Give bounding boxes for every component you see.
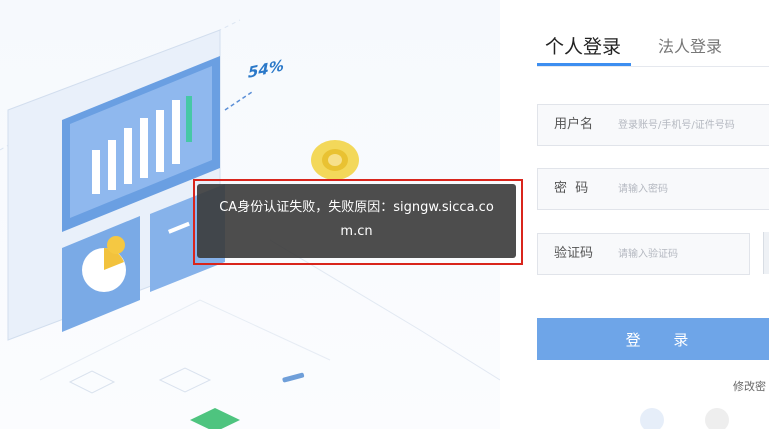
captcha-image[interactable] <box>763 232 769 274</box>
password-input[interactable] <box>618 169 769 209</box>
tab-personal-login[interactable]: 个人登录 <box>536 30 632 66</box>
error-toast-message: CA身份认证失败，失败原因：signgw.sicca.com.cn <box>219 200 494 239</box>
captcha-label: 验证码 <box>554 246 594 261</box>
login-button[interactable]: 登 录 <box>537 318 769 360</box>
user-avatar-icon[interactable] <box>705 408 729 429</box>
tab-legal-entity-login[interactable]: 法人登录 <box>658 30 722 64</box>
login-panel: 个人登录 法人登录 用户名 密 码 验证码 登 录 修改密 <box>500 0 769 429</box>
alt-login-icon[interactable] <box>640 408 664 429</box>
login-tabs: 个人登录 法人登录 <box>536 30 769 67</box>
username-field: 用户名 <box>537 104 769 146</box>
password-label: 密 码 <box>554 181 589 196</box>
username-label: 用户名 <box>554 117 594 132</box>
captcha-field: 验证码 <box>537 233 750 275</box>
captcha-input[interactable] <box>618 234 743 274</box>
page: 54% 个人登录 法人登录 用户名 密 码 验证码 登 录 修改密 CA身份认证… <box>0 0 769 429</box>
error-toast: CA身份认证失败，失败原因：signgw.sicca.com.cn <box>197 184 516 258</box>
change-password-link[interactable]: 修改密 <box>733 378 766 394</box>
password-field: 密 码 <box>537 168 769 210</box>
username-input[interactable] <box>618 105 769 145</box>
